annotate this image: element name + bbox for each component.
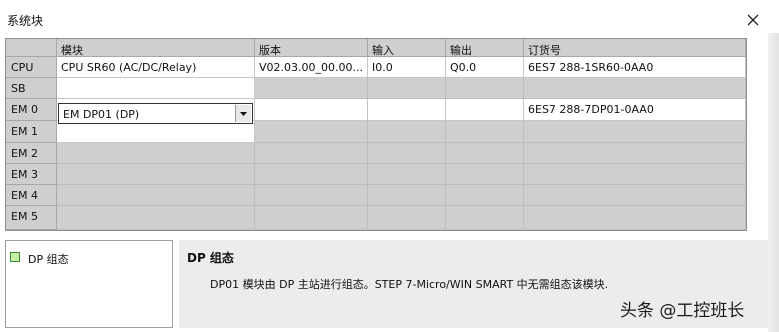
cell-order-number bbox=[524, 164, 746, 185]
system-block-dialog: 系统块 模块 版本 输入 输出 订货号 CPU CPU SR60 (AC/DC/… bbox=[0, 0, 779, 332]
cell-order-number bbox=[524, 143, 746, 164]
cell-output bbox=[446, 143, 524, 164]
cell-order-number[interactable]: 6ES7 288-7DP01-0AA0 bbox=[524, 99, 746, 121]
cell-output bbox=[446, 206, 524, 230]
close-icon[interactable] bbox=[742, 9, 764, 31]
cell-version bbox=[255, 143, 368, 164]
cell-module[interactable] bbox=[57, 78, 255, 99]
corner-header bbox=[6, 39, 57, 57]
row-header-em2[interactable]: EM 2 bbox=[6, 143, 57, 164]
row-header-em4[interactable]: EM 4 bbox=[6, 185, 57, 206]
cell-order-number bbox=[524, 78, 746, 99]
cell-version bbox=[255, 121, 368, 143]
cell-version bbox=[255, 164, 368, 185]
col-header-input[interactable]: 输入 bbox=[368, 39, 446, 57]
cell-version bbox=[255, 185, 368, 206]
col-header-order-number[interactable]: 订货号 bbox=[524, 39, 746, 57]
window-title: 系统块 bbox=[7, 14, 44, 28]
cell-order-number bbox=[524, 121, 746, 143]
cell-module bbox=[57, 206, 255, 230]
cell-order-number bbox=[524, 206, 746, 230]
chevron-down-icon bbox=[240, 112, 247, 116]
cell-input bbox=[368, 185, 446, 206]
config-tree: DP 组态 bbox=[5, 240, 173, 328]
row-header-sb[interactable]: SB bbox=[6, 78, 57, 99]
cell-input bbox=[368, 121, 446, 143]
row-header-em1[interactable]: EM 1 bbox=[6, 121, 57, 143]
watermark: 头条 @工控班长 bbox=[620, 301, 745, 321]
dropdown-button[interactable] bbox=[235, 105, 251, 122]
cell-input bbox=[368, 143, 446, 164]
col-header-output[interactable]: 输出 bbox=[446, 39, 524, 57]
row-header-em5[interactable]: EM 5 bbox=[6, 206, 57, 230]
col-header-module[interactable]: 模块 bbox=[57, 39, 255, 57]
row-header-cpu[interactable]: CPU bbox=[6, 57, 57, 78]
cell-output bbox=[446, 164, 524, 185]
cell-output bbox=[446, 121, 524, 143]
cell-output[interactable]: Q0.0 bbox=[446, 57, 524, 78]
info-title: DP 组态 bbox=[187, 251, 234, 265]
cell-input bbox=[368, 78, 446, 99]
module-table: 模块 版本 输入 输出 订货号 CPU CPU SR60 (AC/DC/Rela… bbox=[5, 38, 747, 231]
cell-input[interactable] bbox=[368, 99, 446, 121]
cell-module[interactable] bbox=[57, 121, 255, 143]
row-header-em0[interactable]: EM 0 bbox=[6, 99, 57, 121]
module-select-value: EM DP01 (DP) bbox=[63, 108, 140, 121]
cell-order-number[interactable]: 6ES7 288-1SR60-0AA0 bbox=[524, 57, 746, 78]
cell-module bbox=[57, 164, 255, 185]
row-header-em3[interactable]: EM 3 bbox=[6, 164, 57, 185]
cell-output bbox=[446, 185, 524, 206]
tree-item-label: DP 组态 bbox=[28, 253, 69, 266]
cell-version[interactable]: V02.03.00_00.00... bbox=[255, 57, 368, 78]
cell-module bbox=[57, 143, 255, 164]
cell-input[interactable]: I0.0 bbox=[368, 57, 446, 78]
module-select[interactable]: EM DP01 (DP) bbox=[58, 103, 253, 124]
col-header-version[interactable]: 版本 bbox=[255, 39, 368, 57]
cell-version bbox=[255, 78, 368, 99]
cell-module[interactable]: CPU SR60 (AC/DC/Relay) bbox=[57, 57, 255, 78]
cell-input bbox=[368, 206, 446, 230]
window-edge bbox=[768, 33, 779, 332]
cell-version[interactable] bbox=[255, 99, 368, 121]
cell-input bbox=[368, 164, 446, 185]
cell-version bbox=[255, 206, 368, 230]
green-square-icon bbox=[10, 252, 20, 262]
cell-output bbox=[446, 78, 524, 99]
cell-output[interactable] bbox=[446, 99, 524, 121]
cell-module bbox=[57, 185, 255, 206]
title-bar: 系统块 bbox=[0, 0, 779, 33]
cell-order-number bbox=[524, 185, 746, 206]
info-description: DP01 模块由 DP 主站进行组态。STEP 7-Micro/WIN SMAR… bbox=[210, 278, 609, 291]
